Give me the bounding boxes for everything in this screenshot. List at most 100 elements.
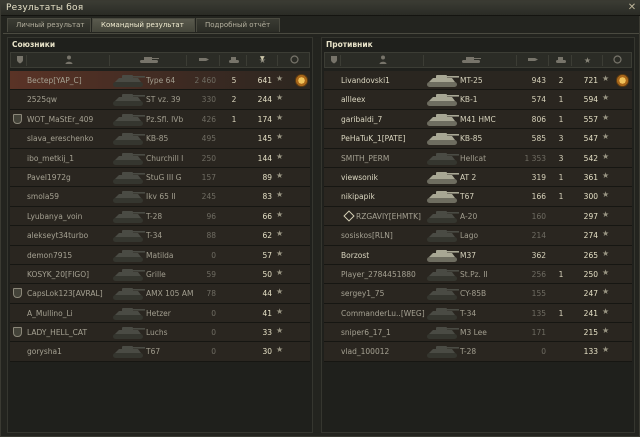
player-row[interactable]: smola59 Ikv 65 II 245 83 ★ — [10, 187, 310, 207]
enemies-column-header: ★ — [324, 52, 632, 68]
player-row[interactable]: garibaldi_7 M41 HMC 806 1 557 ★ — [324, 109, 632, 130]
damage-column-header[interactable] — [518, 55, 549, 66]
close-icon[interactable]: ✕ — [627, 3, 637, 13]
star-icon: ★ — [276, 345, 284, 355]
player-row[interactable]: Borzost M37 362 265 ★ — [324, 245, 632, 265]
medal-header-icon — [289, 55, 299, 64]
tank-icon — [424, 285, 460, 302]
player-row[interactable]: RZGAVIY[EHMTK] A-20 160 297 ★ — [324, 206, 632, 227]
player-row[interactable]: gorysha1 T67 0 30 ★ — [10, 342, 310, 362]
xp-value: 300 — [583, 192, 598, 202]
tank-name: CY-85B — [460, 289, 487, 299]
star-icon: ★ — [276, 306, 284, 316]
medal-column-header[interactable] — [279, 55, 309, 66]
damage-value: 330 — [201, 95, 216, 105]
xp-value: 144 — [257, 153, 272, 163]
damage-value: 0 — [211, 328, 216, 338]
frag-tank-icon — [555, 57, 566, 63]
player-row[interactable]: Lyubanya_voin T-28 96 66 ★ — [10, 206, 310, 227]
player-row[interactable]: sniper6_17_1 M3 Lee 171 215 ★ — [324, 323, 632, 343]
tab-team-result[interactable]: Командный результат — [92, 18, 195, 32]
xp-value: 241 — [583, 308, 598, 318]
player-row[interactable]: alekseyt34turbo T-34 88 62 ★ — [10, 226, 310, 246]
title-bar[interactable]: Результаты боя ✕ — [1, 1, 640, 16]
frags-value: 1 — [558, 95, 564, 105]
damage-value: 2 460 — [194, 76, 216, 85]
star-icon: ★ — [602, 93, 610, 103]
tank-name: M41 HMC — [460, 114, 496, 124]
damage-value: 155 — [531, 289, 546, 299]
player-name: sergey1_75 — [341, 289, 385, 299]
player-row[interactable]: Livandovski1 MT-25 943 2 721 ★ — [324, 71, 632, 91]
player-row[interactable]: WOT_MaStEr_409 Pz.Sfl. IVb 426 1 174 ★ — [10, 109, 310, 130]
player-name: viewsonik — [341, 172, 378, 182]
player-column-header[interactable] — [342, 55, 424, 66]
star-icon: ★ — [602, 229, 610, 239]
player-row[interactable]: sergey1_75 CY-85B 155 247 ★ — [324, 284, 632, 304]
tank-name: M37 — [460, 250, 477, 260]
player-row[interactable]: viewsonik AT 2 319 1 361 ★ — [324, 167, 632, 188]
star-icon: ★ — [276, 248, 284, 258]
player-row[interactable]: Bectep[YAP_C] Type 64 2 460 5 641 ★ — [10, 71, 310, 91]
player-name: ibo_metkij_1 — [27, 153, 75, 163]
damage-column-header[interactable] — [188, 55, 220, 66]
tab-personal-result[interactable]: Личный результат — [7, 18, 91, 32]
medal-column-header[interactable] — [604, 55, 631, 66]
player-row[interactable]: allleex KB-1 574 1 594 ★ — [324, 90, 632, 110]
player-row[interactable]: vlad_100012 T-28 0 133 ★ — [324, 342, 632, 362]
tank-column-header[interactable] — [425, 55, 517, 66]
player-row[interactable]: nikipapik T67 166 1 300 ★ — [324, 187, 632, 207]
tank-icon — [424, 150, 460, 167]
tab-detailed-report[interactable]: Подробный отчёт — [196, 18, 280, 32]
player-row[interactable]: A_Mullino_Li Hetzer 0 41 ★ — [10, 303, 310, 324]
xp-column-header[interactable]: ▼ ★ — [248, 55, 278, 66]
tank-name: T-28 — [146, 211, 163, 221]
player-row[interactable]: sosiskos[RLN] Lago 214 274 ★ — [324, 226, 632, 246]
frags-column-header[interactable] — [550, 55, 572, 66]
damage-value: 426 — [201, 114, 216, 124]
medal-icon[interactable] — [616, 74, 629, 87]
player-row[interactable]: ibo_metkij_1 Churchill I 250 144 ★ — [10, 148, 310, 168]
player-row[interactable]: LADY_HELL_CAT Luchs 0 33 ★ — [10, 323, 310, 343]
xp-value: 89 — [262, 172, 272, 182]
player-row[interactable]: Player_2784451880 St.Pz. II 256 1 250 ★ — [324, 264, 632, 285]
player-row[interactable]: Pavel1972g StuG III G 157 89 ★ — [10, 167, 310, 188]
player-row[interactable]: CapsLok123[AVRAL] AMX 105 AM 78 44 ★ — [10, 284, 310, 304]
tank-column-header[interactable] — [111, 55, 187, 66]
xp-column-header[interactable]: ★ — [573, 55, 603, 66]
clan-column-header[interactable] — [13, 55, 27, 66]
player-row[interactable]: CommanderLu..[WEG] T-34 135 1 241 ★ — [324, 303, 632, 324]
shield-icon — [330, 56, 337, 64]
clan-column-header[interactable] — [327, 55, 341, 66]
player-row[interactable]: slava_ereschenko KB-85 495 145 ★ — [10, 129, 310, 149]
frags-value: 1 — [558, 308, 564, 318]
frags-value: 1 — [558, 269, 564, 279]
tank-name: Matilda — [146, 250, 174, 260]
xp-header-star-icon: ★ — [583, 56, 592, 65]
star-icon: ★ — [602, 112, 610, 122]
player-row[interactable]: PeHaTuK_1[PATE] KB-85 585 3 547 ★ — [324, 129, 632, 149]
player-row[interactable]: SMITH_PERM Hellcat 1 353 3 542 ★ — [324, 148, 632, 168]
damage-value: 0 — [541, 347, 546, 357]
star-icon: ★ — [602, 267, 610, 277]
star-icon: ★ — [602, 306, 610, 316]
xp-value: 594 — [583, 95, 598, 105]
tank-name: MT-25 — [460, 76, 483, 85]
player-name: SMITH_PERM — [341, 153, 390, 163]
frags-value: 5 — [231, 76, 237, 85]
player-name: WOT_MaStEr_409 — [27, 114, 94, 124]
frags-column-header[interactable] — [221, 55, 247, 66]
shield-icon — [13, 113, 22, 124]
player-icon — [379, 55, 386, 64]
player-row[interactable]: demon7915 Matilda 0 57 ★ — [10, 245, 310, 265]
player-row[interactable]: 2525qw ST vz. 39 330 2 244 ★ — [10, 90, 310, 110]
shield-icon — [13, 288, 22, 299]
medal-icon[interactable] — [295, 74, 308, 87]
star-icon: ★ — [602, 248, 610, 258]
player-column-header[interactable] — [28, 55, 110, 66]
tank-icon — [110, 150, 146, 167]
damage-value: 0 — [211, 347, 216, 357]
allies-panel: Союзники ▼ ★ Bectep[YAP_C] Type 64 2 460 5 64… — [7, 37, 313, 433]
player-row[interactable]: KOSYK_20[FIGO] Grille 59 50 ★ — [10, 264, 310, 285]
star-icon: ★ — [602, 287, 610, 297]
